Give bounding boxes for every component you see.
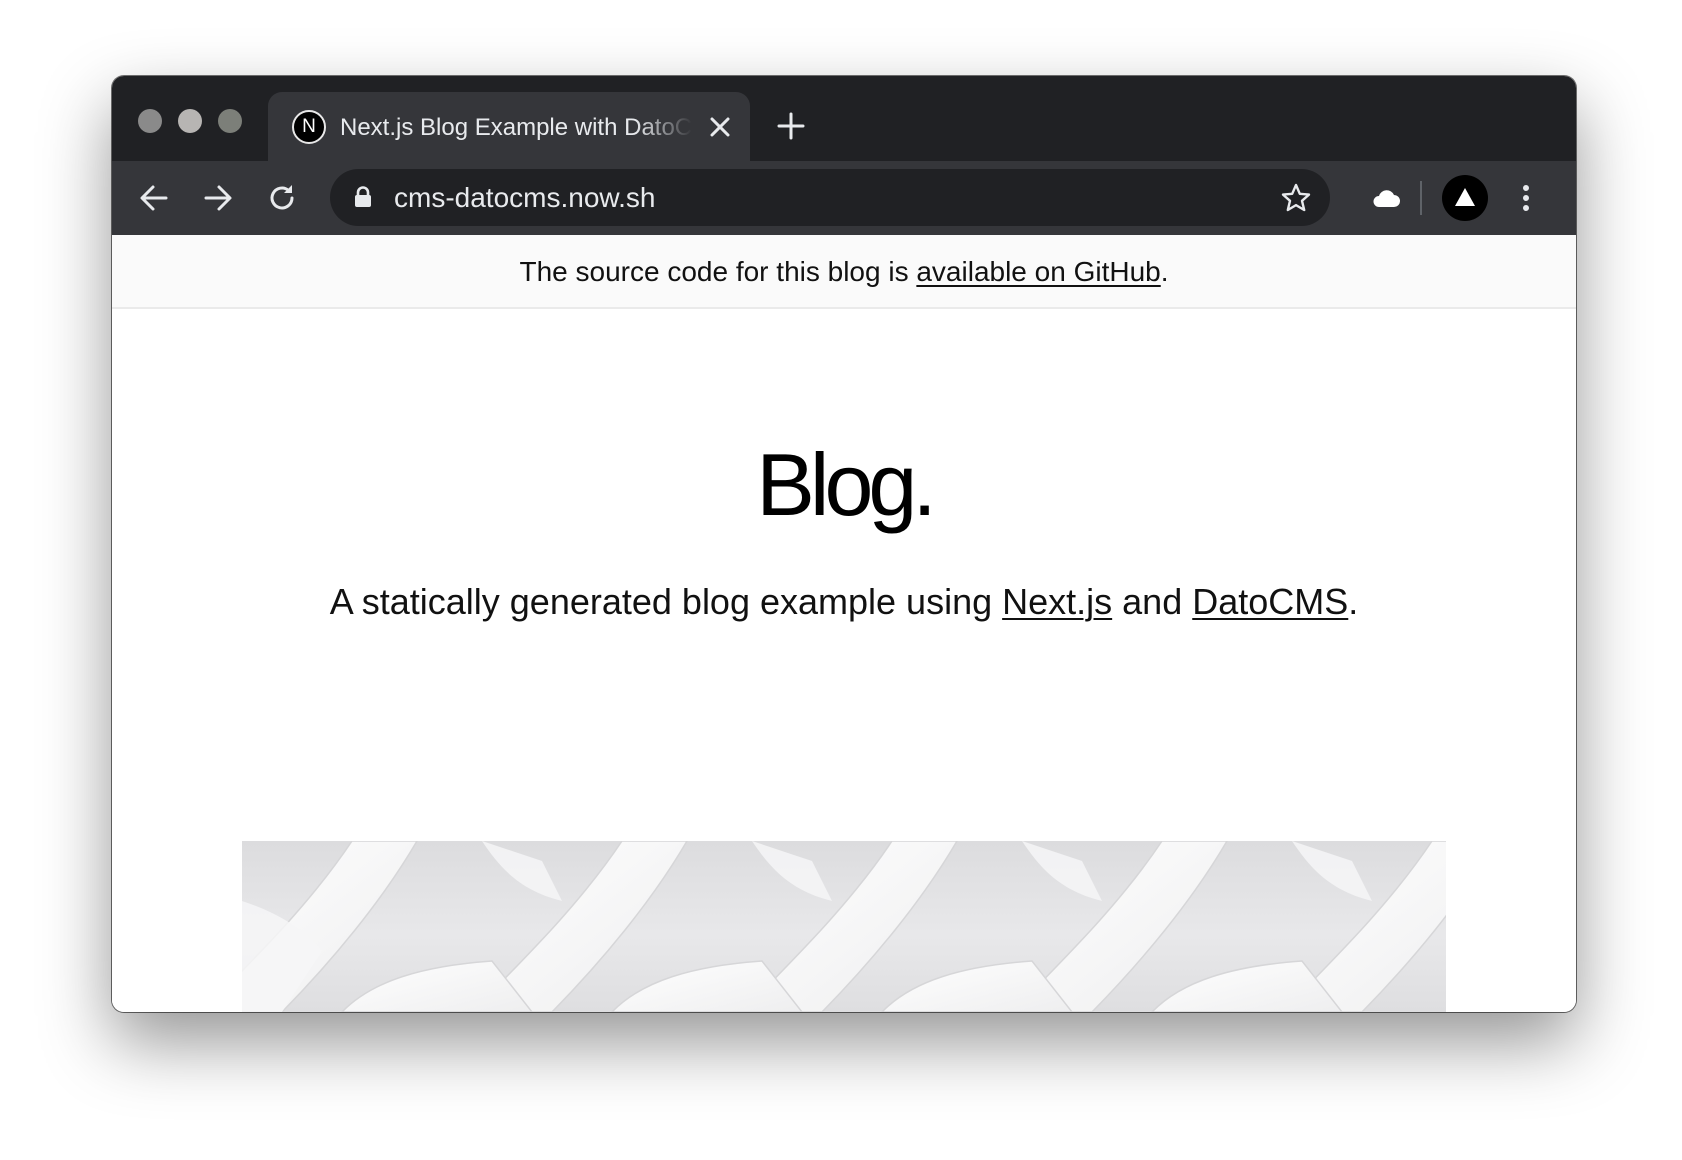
url-text[interactable]: cms-datocms.now.sh [394,183,655,213]
datocms-link[interactable]: DatoCMS [1192,581,1348,622]
tab-active[interactable]: N Next.js Blog Example with DatoCMS [268,92,750,161]
address-bar[interactable]: cms-datocms.now.sh [330,169,1330,226]
browser-toolbar: cms-datocms.now.sh [112,161,1576,235]
reload-icon[interactable] [266,182,298,214]
window-maximize-dot[interactable] [218,109,242,133]
account-avatar-icon[interactable] [1442,175,1488,221]
hero-cover-image[interactable] [242,841,1446,1012]
intro-text-middle: and [1112,581,1193,622]
back-arrow-icon[interactable] [138,182,170,214]
intro-text-end: . [1348,581,1359,622]
close-tab-icon[interactable] [708,115,732,139]
triangle-logo-icon [1455,188,1475,206]
banner-text-end: . [1160,256,1169,287]
window-minimize-dot[interactable] [178,109,202,133]
white-lattice-image [242,841,1446,1012]
tab-strip: N Next.js Blog Example with DatoCMS [112,76,1576,161]
page-title: Blog. [756,435,937,534]
nextjs-link[interactable]: Next.js [1002,581,1112,622]
cloud-extension-icon[interactable] [1370,182,1402,214]
forward-arrow-icon[interactable] [202,182,234,214]
more-menu-icon[interactable] [1510,182,1542,214]
intro-text: A statically generated blog example usin… [112,580,1576,624]
nextjs-favicon-icon: N [292,110,326,144]
star-icon[interactable] [1280,182,1312,214]
new-tab-icon[interactable] [776,111,806,141]
lock-icon[interactable] [354,186,372,208]
source-code-banner: The source code for this blog is availab… [112,235,1576,309]
github-link[interactable]: available on GitHub [916,256,1160,287]
page-content: The source code for this blog is availab… [112,235,1576,1012]
toolbar-divider [1420,181,1422,215]
banner-text: The source code for this blog is [519,256,917,287]
tab-title: Next.js Blog Example with DatoCMS [340,114,692,141]
window-close-dot[interactable] [138,109,162,133]
intro-text-start: A statically generated blog example usin… [329,581,1003,622]
browser-window: N Next.js Blog Example with DatoCMS cms-… [112,76,1576,1012]
